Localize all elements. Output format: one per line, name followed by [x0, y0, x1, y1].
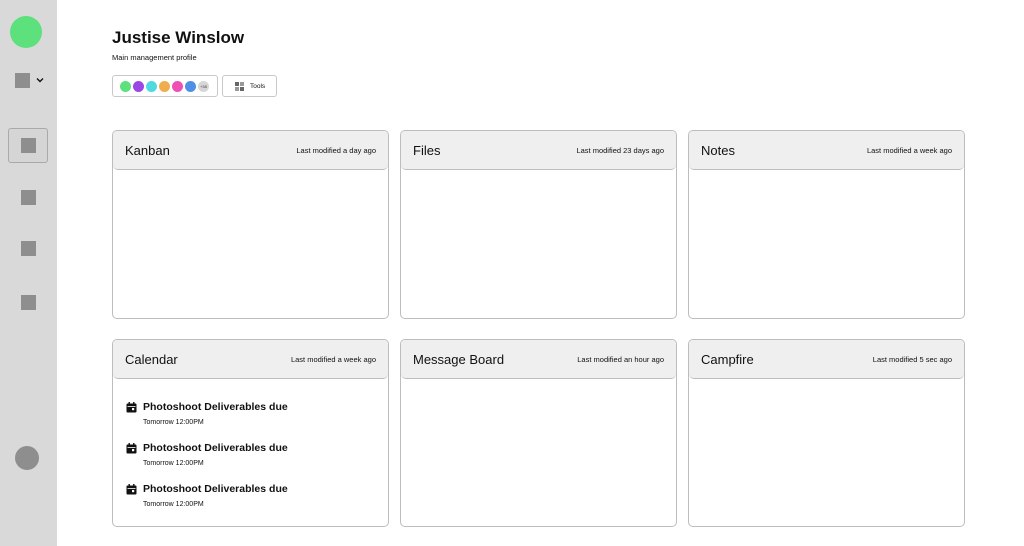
member-avatar	[146, 80, 157, 92]
tools-label: Tools	[250, 82, 266, 90]
event-time: Tomorrow 12:00PM	[143, 419, 204, 426]
member-avatar	[120, 80, 131, 92]
card-modified: Last modified 23 days ago	[576, 145, 664, 155]
member-avatar	[133, 80, 144, 92]
member-avatar	[185, 80, 196, 92]
card-files[interactable]: Files Last modified 23 days ago	[400, 130, 677, 319]
nav-icon	[20, 190, 36, 205]
sidebar-item-2[interactable]	[8, 180, 48, 215]
card-modified: Last modified a day ago	[296, 145, 376, 155]
sidebar	[0, 0, 57, 546]
event-name: Photoshoot Deliverables due	[143, 401, 288, 413]
event-name: Photoshoot Deliverables due	[143, 483, 288, 495]
card-header: Files Last modified 23 days ago	[401, 131, 676, 170]
members-more-count: +38	[198, 80, 209, 92]
calendar-icon	[126, 401, 137, 412]
workspace-avatar[interactable]	[10, 16, 42, 48]
event-time: Tomorrow 12:00PM	[143, 460, 204, 467]
event-time: Tomorrow 12:00PM	[143, 501, 204, 508]
card-modified: Last modified an hour ago	[577, 354, 664, 364]
card-message-board[interactable]: Message Board Last modified an hour ago	[400, 339, 677, 527]
card-title: Message Board	[413, 351, 505, 367]
workspace-switcher[interactable]	[15, 72, 49, 88]
calendar-event[interactable]: Photoshoot Deliverables due Tomorrow 12:…	[126, 442, 288, 467]
card-header: Message Board Last modified an hour ago	[401, 340, 676, 379]
nav-icon	[20, 138, 36, 153]
card-header: Campfire Last modified 5 sec ago	[689, 340, 964, 379]
card-modified: Last modified 5 sec ago	[872, 354, 952, 364]
card-title: Kanban	[125, 142, 170, 158]
grid-icon	[235, 81, 244, 91]
card-kanban[interactable]: Kanban Last modified a day ago	[112, 130, 389, 319]
nav-icon	[20, 295, 36, 310]
event-name: Photoshoot Deliverables due	[143, 442, 288, 454]
card-modified: Last modified a week ago	[866, 145, 952, 155]
card-title: Files	[413, 142, 441, 158]
member-avatar	[172, 80, 183, 92]
card-campfire[interactable]: Campfire Last modified 5 sec ago	[688, 339, 965, 527]
sidebar-item-4[interactable]	[8, 285, 48, 320]
card-header: Calendar Last modified a week ago	[113, 340, 388, 379]
card-header: Notes Last modified a week ago	[689, 131, 964, 170]
nav-icon	[20, 241, 36, 256]
tools-button[interactable]: Tools	[222, 75, 277, 97]
card-header: Kanban Last modified a day ago	[113, 131, 388, 170]
chevron-down-icon	[36, 78, 44, 83]
calendar-event[interactable]: Photoshoot Deliverables due Tomorrow 12:…	[126, 483, 288, 508]
member-avatar	[159, 80, 170, 92]
card-title: Calendar	[125, 351, 178, 367]
sidebar-item-3[interactable]	[8, 231, 48, 266]
sidebar-item-1[interactable]	[8, 128, 48, 163]
members-button[interactable]: +38	[112, 75, 218, 97]
workspace-icon	[15, 72, 30, 88]
calendar-icon	[126, 483, 137, 494]
card-notes[interactable]: Notes Last modified a week ago	[688, 130, 965, 319]
calendar-icon	[126, 442, 137, 453]
card-calendar[interactable]: Calendar Last modified a week ago Photos…	[112, 339, 389, 527]
card-modified: Last modified a week ago	[290, 354, 376, 364]
card-title: Campfire	[701, 351, 754, 367]
user-avatar[interactable]	[15, 446, 39, 470]
page-title: Justise Winslow	[112, 28, 245, 47]
page-subtitle: Main management profile	[112, 53, 197, 62]
calendar-event[interactable]: Photoshoot Deliverables due Tomorrow 12:…	[126, 401, 288, 426]
card-title: Notes	[701, 142, 735, 158]
